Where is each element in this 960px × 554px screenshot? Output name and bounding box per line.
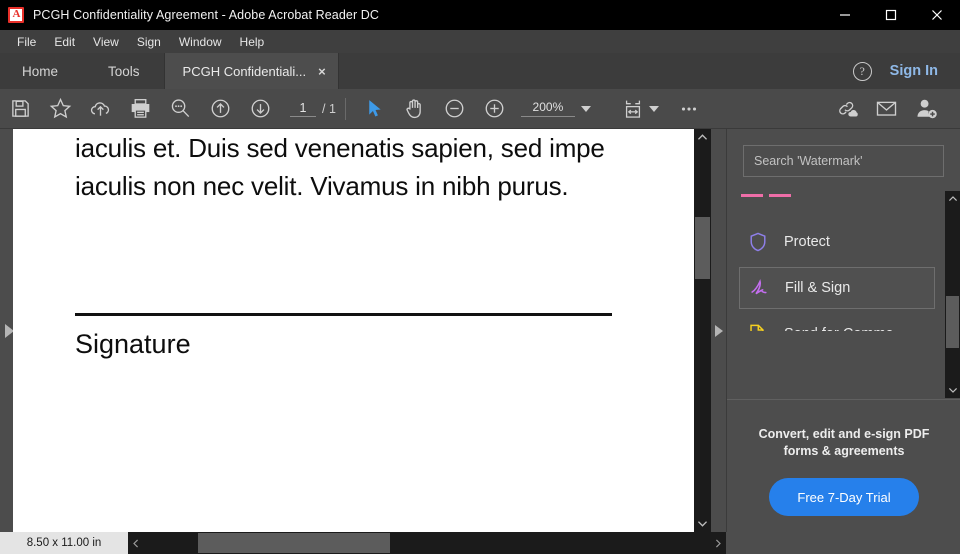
acrobat-reader-window: A PCGH Confidentiality Agreement - Adobe… [0,0,960,554]
tab-document[interactable]: PCGH Confidentiali... × [163,53,339,89]
tab-home[interactable]: Home [0,53,84,89]
window-title: PCGH Confidentiality Agreement - Adobe A… [33,8,380,22]
tools-scroll-down-chevron-icon[interactable] [945,382,960,398]
promo-banner: Convert, edit and e-sign PDF forms & agr… [727,399,960,532]
document-viewer: iaculis et. Duis sed venenatis sapien, s… [0,129,726,532]
tool-item-fill-and-sign-label: Fill & Sign [785,280,851,296]
toolbar-divider [344,97,346,120]
more-ellipsis-icon[interactable] [669,89,709,129]
vertical-scrollbar-thumb[interactable] [695,217,710,279]
menu-edit[interactable]: Edit [45,33,84,51]
tab-tools[interactable]: Tools [84,53,164,89]
main-toolbar: 1 / 1 200% [0,89,960,129]
maximize-icon[interactable] [868,0,914,30]
tool-item-protect-label: Protect [784,234,830,250]
share-link-cloud-icon[interactable] [826,89,866,129]
menu-sign[interactable]: Sign [128,33,170,51]
print-icon[interactable] [120,89,160,129]
tab-bar: Home Tools PCGH Confidentiali... × ? Sig… [0,53,960,89]
signature-line [75,313,612,316]
toolbar-right-group [826,89,960,129]
minimize-icon[interactable] [822,0,868,30]
menu-window[interactable]: Window [170,33,231,51]
page-dimensions-label: 8.50 x 11.00 in [0,532,128,554]
title-bar: A PCGH Confidentiality Agreement - Adobe… [0,0,960,30]
scrolled-off-tool-icon-sliver-2 [769,194,791,197]
collapse-right-panel-icon[interactable] [711,129,726,532]
tab-bar-right: ? Sign In [852,53,960,89]
search-placeholder: Search 'Watermark' [754,154,863,168]
tool-item-fill-and-sign[interactable]: Fill & Sign [739,267,935,309]
tool-item-send-for-comments-label: Send for Comme... [784,326,906,331]
tools-scroll-up-chevron-icon[interactable] [945,191,960,207]
tab-close-icon[interactable]: × [318,65,326,78]
document-line-1: iaculis et. Duis sed venenatis sapien, s… [75,133,605,163]
current-page-input[interactable]: 1 [290,101,316,117]
send-for-comments-icon [745,321,771,331]
close-icon[interactable] [914,0,960,30]
signature-label: Signature [75,329,191,359]
adobe-acrobat-icon: A [8,7,24,23]
scroll-left-chevron-icon[interactable] [128,532,144,554]
page-navigation: 1 / 1 [290,101,336,117]
upload-to-cloud-icon[interactable] [80,89,120,129]
free-trial-button[interactable]: Free 7-Day Trial [769,478,919,516]
window-controls [822,0,960,30]
scrolled-off-tool-icon-sliver [741,194,763,197]
menu-file[interactable]: File [8,33,45,51]
add-person-icon[interactable] [906,89,946,129]
next-page-down-icon[interactable] [240,89,280,129]
previous-page-up-icon[interactable] [200,89,240,129]
scroll-down-chevron-icon[interactable] [694,515,711,532]
horizontal-scrollbar[interactable] [128,532,726,554]
tools-search-wrapper: Search 'Watermark' [727,129,960,177]
pdf-page[interactable]: iaculis et. Duis sed venenatis sapien, s… [13,129,694,532]
fit-page-icon[interactable] [613,89,653,129]
shield-protect-icon [745,229,771,255]
zoom-level-value[interactable]: 200% [520,100,575,117]
vertical-scrollbar[interactable] [694,129,711,532]
cursor-select-icon[interactable] [355,89,395,129]
tools-right-panel: Search 'Watermark' Protect Fill & Sign C… [726,129,960,532]
help-icon[interactable]: ? [852,61,872,81]
tab-document-label: PCGH Confidentiali... [182,63,307,79]
zoom-in-icon[interactable] [475,89,515,129]
horizontal-scrollbar-thumb[interactable] [198,533,390,553]
scroll-up-chevron-icon[interactable] [694,129,711,146]
menu-help[interactable]: Help [231,33,274,51]
status-bar-filler [726,532,960,554]
tools-list: Protect Fill & Sign [727,191,947,331]
menu-bar: File Edit View Sign Window Help [0,30,960,53]
add-to-favorites-star-icon[interactable] [40,89,80,129]
find-search-icon[interactable] [160,89,200,129]
tab-tools-label: Tools [108,63,140,79]
promo-text: Convert, edit and e-sign PDF forms & agr… [758,427,930,458]
hand-pan-icon[interactable] [395,89,435,129]
sign-in-button[interactable]: Sign In [890,63,938,79]
menu-view[interactable]: View [84,33,128,51]
zoom-out-icon[interactable] [435,89,475,129]
tool-item-send-for-comments[interactable]: Send for Comme... [739,313,935,331]
tool-item-protect[interactable]: Protect [739,221,935,263]
save-icon[interactable] [0,89,40,129]
total-pages-label: / 1 [322,101,336,116]
scroll-right-chevron-icon[interactable] [710,532,726,554]
document-line-2: iaculis non nec velit. Vivamus in nibh p… [75,171,569,201]
tab-home-label: Home [22,63,59,79]
status-bar: 8.50 x 11.00 in [0,532,960,554]
fill-and-sign-pen-icon [746,275,772,301]
email-envelope-icon[interactable] [866,89,906,129]
fit-page-chevron-down-icon[interactable] [648,105,659,112]
tools-panel-scrollbar[interactable] [945,191,960,398]
chevron-down-icon[interactable] [580,105,591,112]
search-input[interactable]: Search 'Watermark' [743,145,944,177]
tools-panel-scrollbar-thumb[interactable] [946,296,959,348]
zoom-level-control[interactable]: 200% [520,100,591,117]
